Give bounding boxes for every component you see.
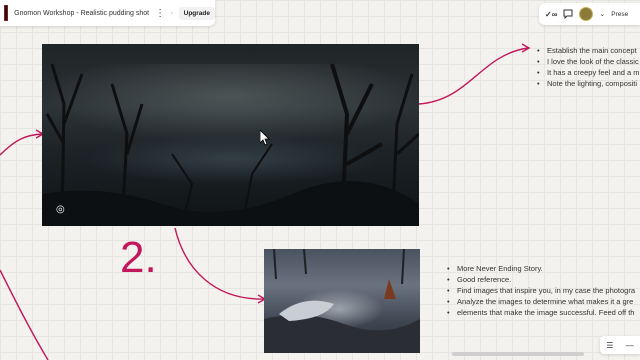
list-icon[interactable]: ☰	[606, 341, 613, 350]
list-item: Analyze the images to determine what mak…	[447, 296, 635, 307]
list-item: Note the lighting, compositi	[537, 78, 640, 89]
notes-list-bottom: More Never Ending Story. Good reference.…	[447, 263, 635, 318]
list-item: Good reference.	[447, 274, 635, 285]
step-number: 2.	[120, 233, 157, 282]
cursor-icon	[260, 130, 270, 146]
list-item: Establish the main concept	[537, 45, 640, 56]
reference-image-swamp[interactable]: ◎	[42, 44, 419, 226]
bottom-toolbar: ☰ —	[600, 336, 640, 354]
notes-list-top: Establish the main concept I love the lo…	[537, 45, 640, 89]
list-item: Find images that inspire you, in my case…	[447, 285, 635, 296]
focus-icon[interactable]: ◎	[56, 204, 68, 216]
list-item: It has a creepy feel and a m	[537, 67, 640, 78]
list-item: I love the look of the classic	[537, 56, 640, 67]
tree-silhouettes	[42, 63, 419, 226]
reference-image-never-ending-story[interactable]	[264, 249, 420, 353]
list-item: More Never Ending Story.	[447, 263, 635, 274]
scene-shapes	[264, 249, 420, 353]
minus-icon[interactable]: —	[626, 341, 634, 350]
horizontal-scrollbar[interactable]	[452, 352, 584, 356]
list-item: elements that make the image successful.…	[447, 307, 635, 318]
